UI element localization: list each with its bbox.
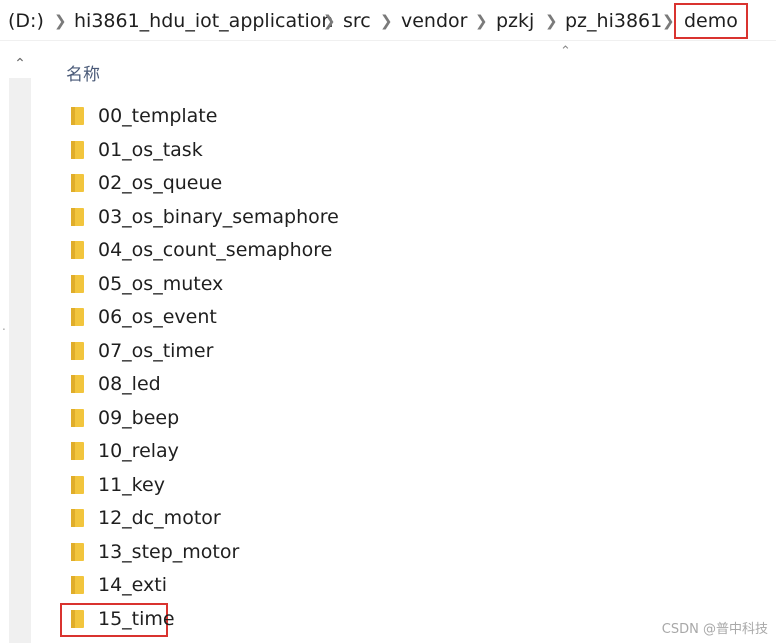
folder-row[interactable]: 01_os_task [62, 134, 762, 168]
folder-name: 06_os_event [98, 306, 217, 328]
breadcrumb-demo[interactable]: demo [674, 3, 748, 39]
folder-name: 03_os_binary_semaphore [98, 205, 339, 228]
folder-row[interactable]: 04_os_count_semaphore [62, 234, 762, 268]
chevron-right-icon[interactable]: ❯ [545, 7, 558, 35]
folder-icon [71, 542, 84, 561]
folder-row[interactable]: 12_dc_motor [62, 502, 762, 536]
folder-name: 01_os_task [98, 138, 203, 161]
vertical-scrollbar[interactable] [9, 78, 31, 643]
folder-name: 04_os_count_semaphore [98, 239, 333, 261]
folder-row[interactable]: 06_os_event [62, 301, 762, 335]
address-bar[interactable]: (D:) ❯ hi3861_hdu_iot_application ❯ src … [0, 0, 776, 40]
folder-name: 09_beep [98, 406, 180, 429]
folder-icon [71, 408, 84, 427]
folder-row[interactable]: 00_template [62, 100, 762, 134]
folder-icon [71, 375, 84, 393]
folder-icon [71, 207, 84, 226]
folder-icon [71, 174, 84, 192]
folder-name: 15_time [98, 607, 175, 630]
folder-name: 05_os_mutex [98, 272, 224, 295]
watermark: CSDN @普中科技 [661, 622, 768, 637]
folder-row[interactable]: 08_led [62, 368, 762, 402]
folder-row[interactable]: 07_os_timer [62, 335, 762, 369]
folder-icon [71, 576, 84, 594]
folder-row[interactable]: 13_step_motor [62, 536, 762, 570]
folder-icon [71, 107, 84, 125]
header-divider [0, 40, 776, 41]
chevron-right-icon[interactable]: ❯ [323, 7, 336, 35]
folder-row[interactable]: 14_exti [62, 569, 762, 603]
folder-icon [71, 140, 84, 159]
folder-name: 08_led [98, 373, 161, 395]
breadcrumb-hi3861-hdu-iot-application[interactable]: hi3861_hdu_iot_application [74, 7, 333, 35]
folder-name: 02_os_queue [98, 172, 223, 194]
folder-name: 13_step_motor [98, 540, 240, 563]
folder-icon [71, 475, 84, 494]
folder-icon [71, 241, 84, 259]
folder-row-highlighted[interactable]: 15_time [60, 602, 762, 637]
folder-name: 00_template [98, 105, 218, 127]
folder-icon [71, 308, 84, 326]
folder-row[interactable]: 03_os_binary_semaphore [62, 201, 762, 235]
folder-name: 10_relay [98, 440, 179, 462]
breadcrumb-pz-hi3861[interactable]: pz_hi3861 [565, 7, 662, 35]
name-column-header[interactable]: 名称 [66, 60, 100, 85]
folder-name: 07_os_timer [98, 339, 214, 362]
sort-ascending-icon[interactable]: ⌃ [560, 44, 571, 59]
folder-row[interactable]: 11_key [62, 469, 762, 503]
scroll-up-icon[interactable]: ⌃ [9, 54, 31, 74]
folder-row[interactable]: 02_os_queue [62, 167, 762, 201]
chevron-right-icon[interactable]: ❯ [54, 7, 67, 35]
folder-name: 12_dc_motor [98, 507, 221, 529]
chevron-right-icon[interactable]: ❯ [662, 7, 675, 35]
folder-name: 14_exti [98, 574, 168, 596]
folder-row[interactable]: 10_relay [62, 435, 762, 469]
chevron-right-icon[interactable]: ❯ [380, 7, 393, 35]
breadcrumb-src[interactable]: src [343, 7, 371, 35]
folder-icon [71, 274, 84, 293]
folder-name: 11_key [98, 473, 165, 496]
breadcrumb-pzkj[interactable]: pzkj [496, 7, 534, 35]
folder-icon [71, 341, 84, 360]
folder-row[interactable]: 05_os_mutex [62, 268, 762, 302]
folder-row[interactable]: 09_beep [62, 402, 762, 436]
window-edge-mark: ‧ [2, 323, 6, 337]
file-list: 00_template 01_os_task 02_os_queue 03_os… [60, 100, 762, 637]
folder-icon [71, 509, 84, 527]
chevron-right-icon[interactable]: ❯ [475, 7, 488, 35]
breadcrumb-drive[interactable]: (D:) [8, 7, 44, 35]
breadcrumb-vendor[interactable]: vendor [401, 7, 467, 35]
folder-icon [71, 609, 84, 628]
folder-icon [71, 442, 84, 460]
